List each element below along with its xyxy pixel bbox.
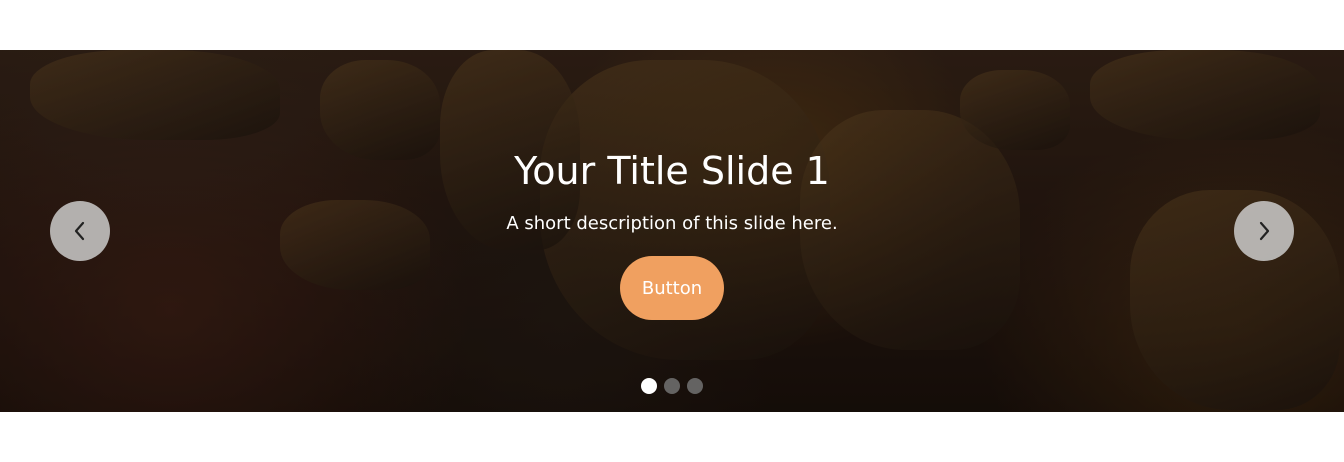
chevron-right-icon <box>1259 221 1270 241</box>
previous-slide-button[interactable] <box>50 201 110 261</box>
chevron-left-icon <box>74 221 85 241</box>
slide-cta-button[interactable]: Button <box>620 256 724 320</box>
slide-title: Your Title Slide 1 <box>514 149 830 193</box>
slide-description: A short description of this slide here. <box>506 213 838 234</box>
next-slide-button[interactable] <box>1234 201 1294 261</box>
slide-dot-1[interactable] <box>641 378 657 394</box>
hero-slider: Your Title Slide 1 A short description o… <box>0 50 1344 412</box>
slide-dot-3[interactable] <box>687 378 703 394</box>
page: Your Title Slide 1 A short description o… <box>0 0 1344 462</box>
slide-dot-2[interactable] <box>664 378 680 394</box>
